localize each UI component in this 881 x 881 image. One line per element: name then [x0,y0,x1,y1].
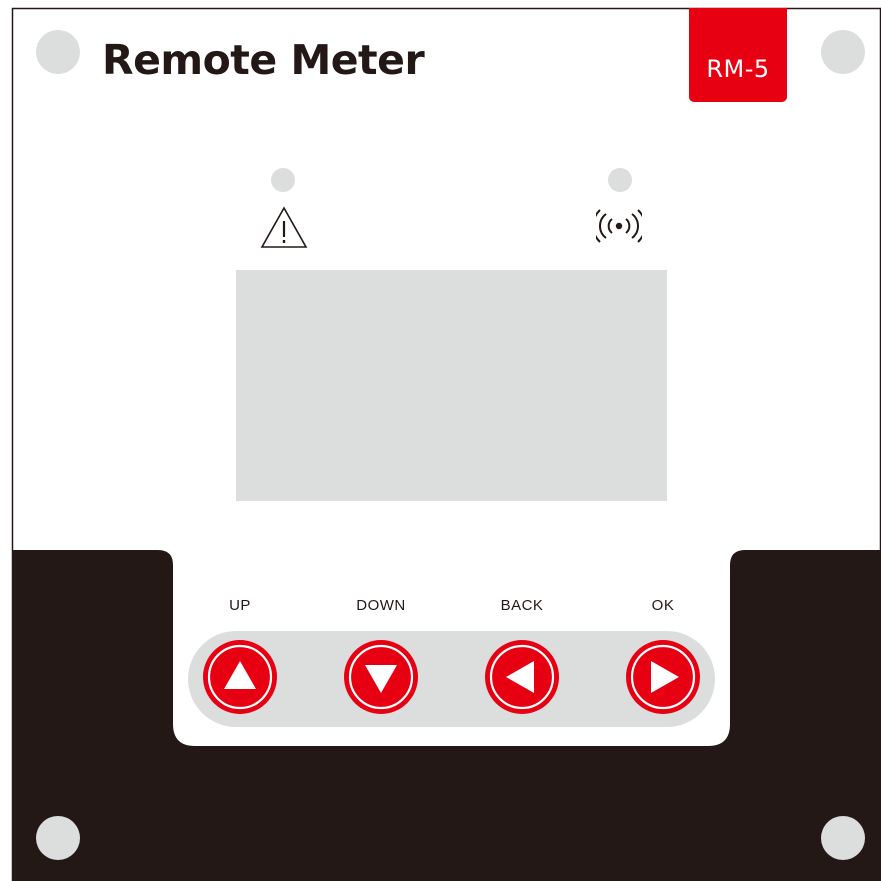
warning-led [271,168,295,192]
screw-top-right [821,30,865,74]
down-button-label: DOWN [356,597,406,614]
screw-bottom-right [821,816,865,860]
up-button-label: UP [229,597,251,614]
lcd-display [236,270,667,501]
screw-top-left [36,30,80,74]
warning-icon [259,206,309,250]
ok-button[interactable] [625,639,701,715]
ok-button-label: OK [651,597,675,614]
device-title: Remote Meter [102,36,425,84]
wireless-signal-icon [592,208,646,244]
model-badge: RM-5 [689,8,787,102]
model-label: RM-5 [706,55,770,83]
down-button[interactable] [343,639,419,715]
up-button[interactable] [202,639,278,715]
back-button[interactable] [484,639,560,715]
back-button-label: BACK [500,597,544,614]
screw-bottom-left [36,816,80,860]
remote-meter-panel: Remote Meter RM-5 UP DOWN BACK OK [0,0,881,881]
panel-graphics [11,7,881,881]
communication-led [608,168,632,192]
